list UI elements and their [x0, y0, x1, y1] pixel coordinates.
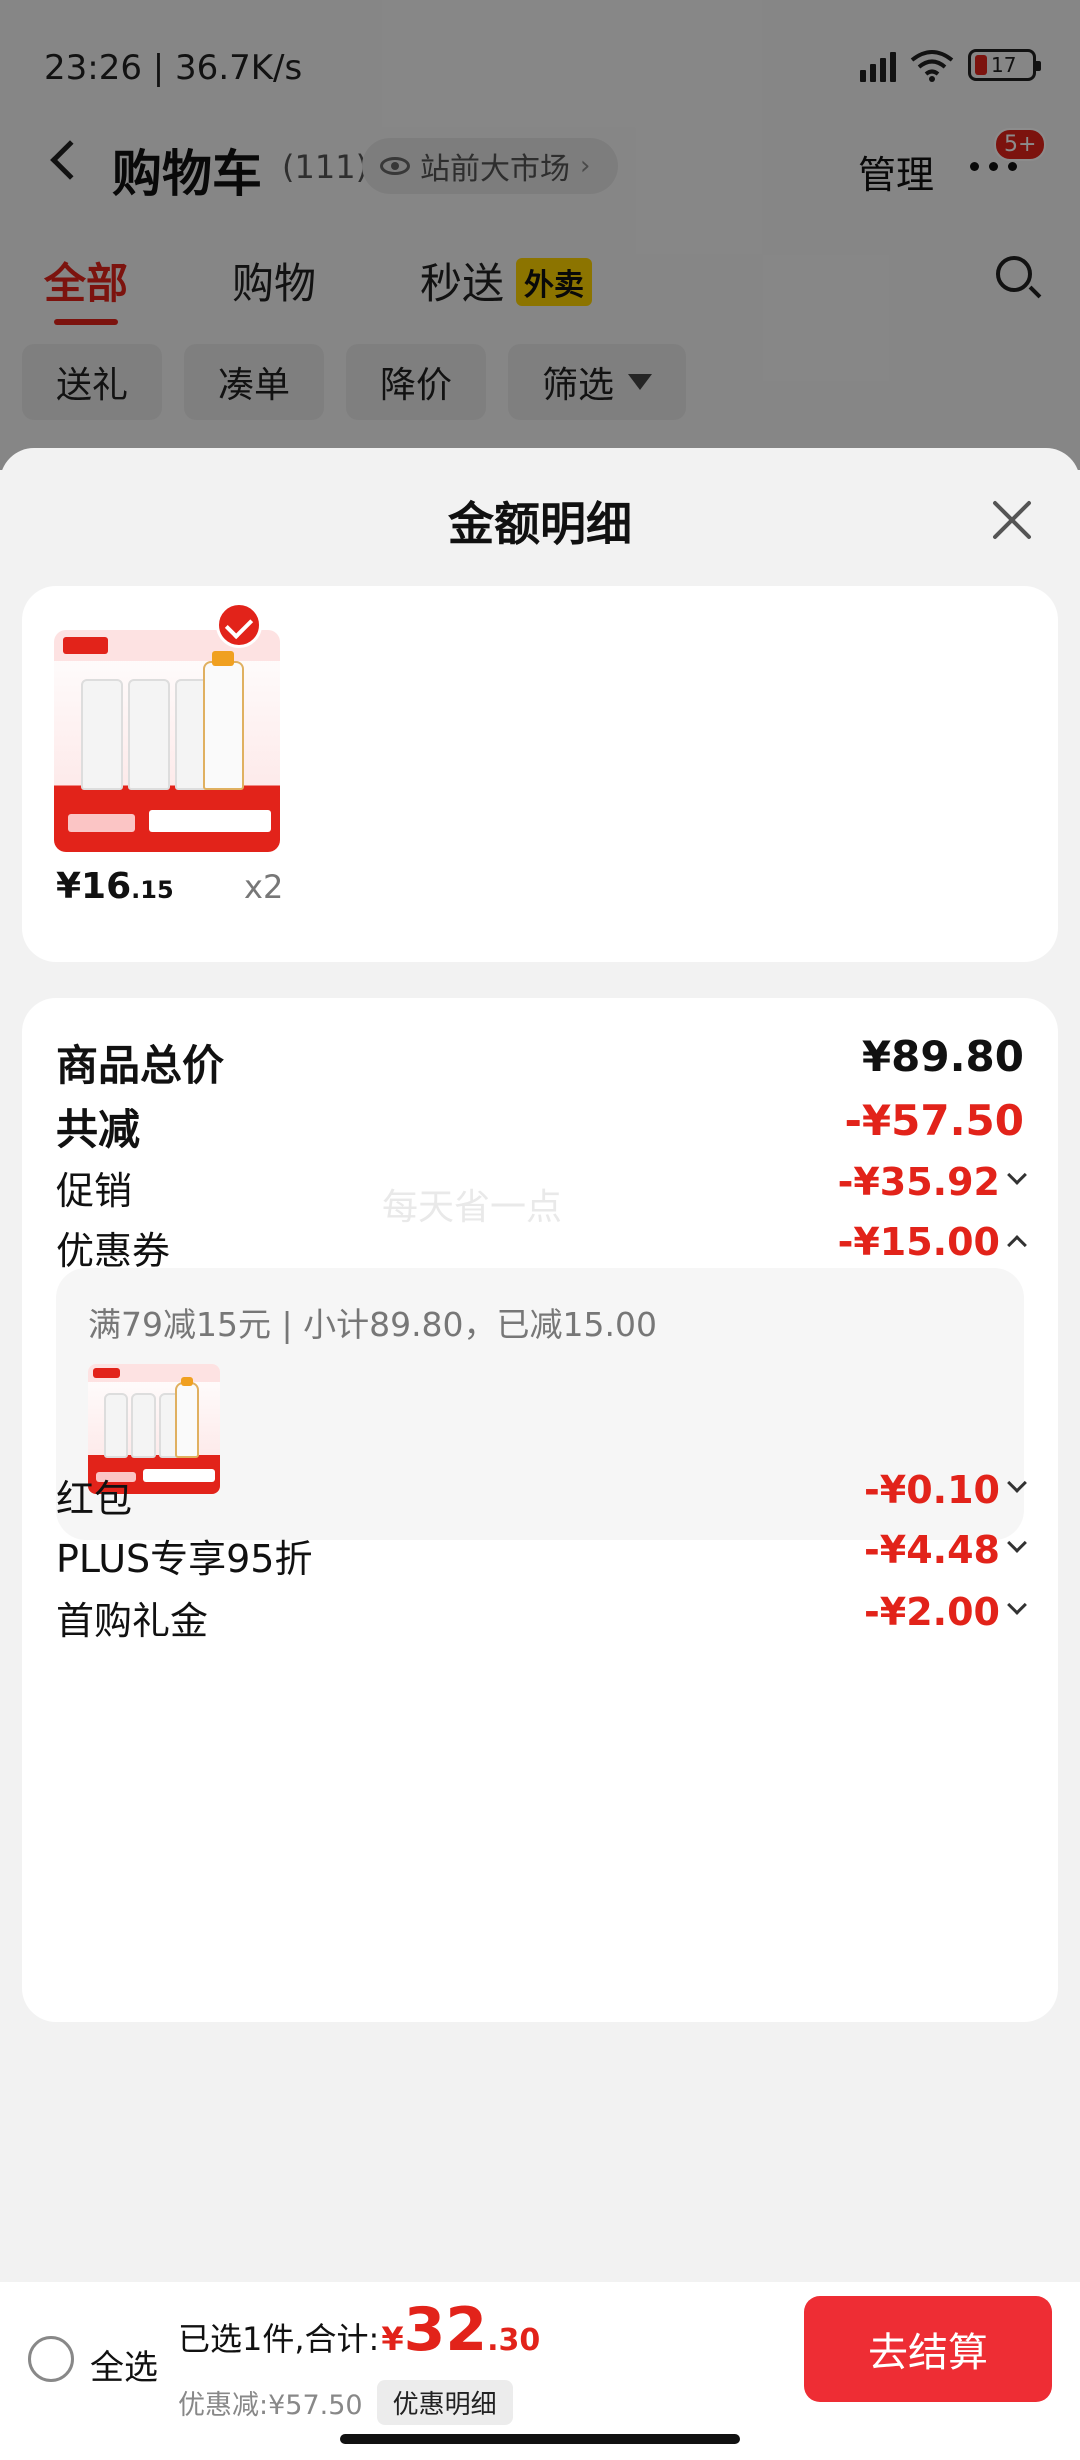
- row-item-total: 商品总价 ¥89.80: [56, 1026, 1024, 1090]
- red-packet-label: 红包: [56, 1477, 133, 1521]
- total-price-decimal: .30: [487, 2323, 541, 2358]
- price-detail-card: 每天省一点 商品总价 ¥89.80 共减 -¥57.50 促销 -¥35.92 …: [22, 998, 1058, 2022]
- product-image[interactable]: [54, 630, 280, 852]
- summary-label: 已选1件,合计:: [178, 2320, 380, 2358]
- checkout-button[interactable]: 去结算: [804, 2296, 1052, 2402]
- close-icon[interactable]: [988, 496, 1036, 544]
- chevron-down-icon: [1007, 1595, 1027, 1615]
- row-promotion[interactable]: 促销 -¥35.92: [56, 1154, 1027, 1214]
- row-total-saved: 共减 -¥57.50: [56, 1090, 1024, 1154]
- select-all-label[interactable]: 全选: [90, 2340, 158, 2389]
- promotion-label: 促销: [56, 1169, 133, 1213]
- discount-amount: 优惠减:¥57.50: [178, 2390, 363, 2421]
- select-all-radio[interactable]: [28, 2336, 74, 2382]
- chevron-down-icon: [1007, 1165, 1027, 1185]
- discount-detail-button[interactable]: 优惠明细: [376, 2380, 513, 2425]
- red-packet-value: -¥0.10: [864, 1468, 1000, 1512]
- first-purchase-label: 首购礼金: [56, 1599, 209, 1643]
- chevron-down-icon: [1007, 1473, 1027, 1493]
- item-total-value: ¥89.80: [861, 1032, 1024, 1081]
- coupon-detail-text: 满79减15元 | 小计89.80，已减15.00: [88, 1305, 658, 1344]
- total-saved-label: 共减: [56, 1105, 141, 1154]
- product-card: ¥16.15 x2: [22, 586, 1058, 962]
- modal-overlay[interactable]: [0, 0, 1080, 470]
- row-plus-discount[interactable]: PLUS专享95折 -¥4.48: [56, 1522, 1027, 1582]
- product-price: ¥16.15: [56, 866, 174, 907]
- product-quantity: x2: [244, 868, 284, 906]
- amount-detail-sheet: 金额明细 ¥16.15 x2 每天省一点 商品总价 ¥89.80 共减 -¥57…: [0, 448, 1080, 2282]
- sheet-title: 金额明细: [448, 497, 632, 551]
- total-price-integer: 32: [403, 2295, 488, 2365]
- plus-discount-value: -¥4.48: [864, 1528, 1000, 1572]
- chevron-up-icon: [1007, 1235, 1027, 1255]
- check-icon[interactable]: [216, 602, 262, 648]
- row-red-packet[interactable]: 红包 -¥0.10: [56, 1462, 1027, 1522]
- price-integer: ¥16: [56, 866, 132, 907]
- coupon-label: 优惠券: [56, 1229, 171, 1273]
- total-saved-value: -¥57.50: [844, 1096, 1024, 1145]
- promotion-value: -¥35.92: [837, 1160, 1000, 1204]
- discount-line: 优惠减:¥57.50 优惠明细: [178, 2380, 513, 2425]
- coupon-value: -¥15.00: [837, 1220, 1000, 1264]
- price-decimal: .15: [131, 876, 174, 904]
- checkout-label: 去结算: [868, 2330, 988, 2376]
- row-first-purchase[interactable]: 首购礼金 -¥2.00: [56, 1584, 1027, 1644]
- plus-discount-label: PLUS专享95折: [56, 1537, 313, 1581]
- item-total-label: 商品总价: [56, 1041, 225, 1090]
- home-indicator[interactable]: [340, 2434, 740, 2444]
- chevron-down-icon: [1007, 1533, 1027, 1553]
- row-coupon[interactable]: 优惠券 -¥15.00: [56, 1214, 1027, 1274]
- currency-symbol: ¥: [381, 2320, 404, 2358]
- total-summary: 已选1件,合计: ¥ 32 .30: [178, 2300, 540, 2360]
- first-purchase-value: -¥2.00: [864, 1590, 1000, 1634]
